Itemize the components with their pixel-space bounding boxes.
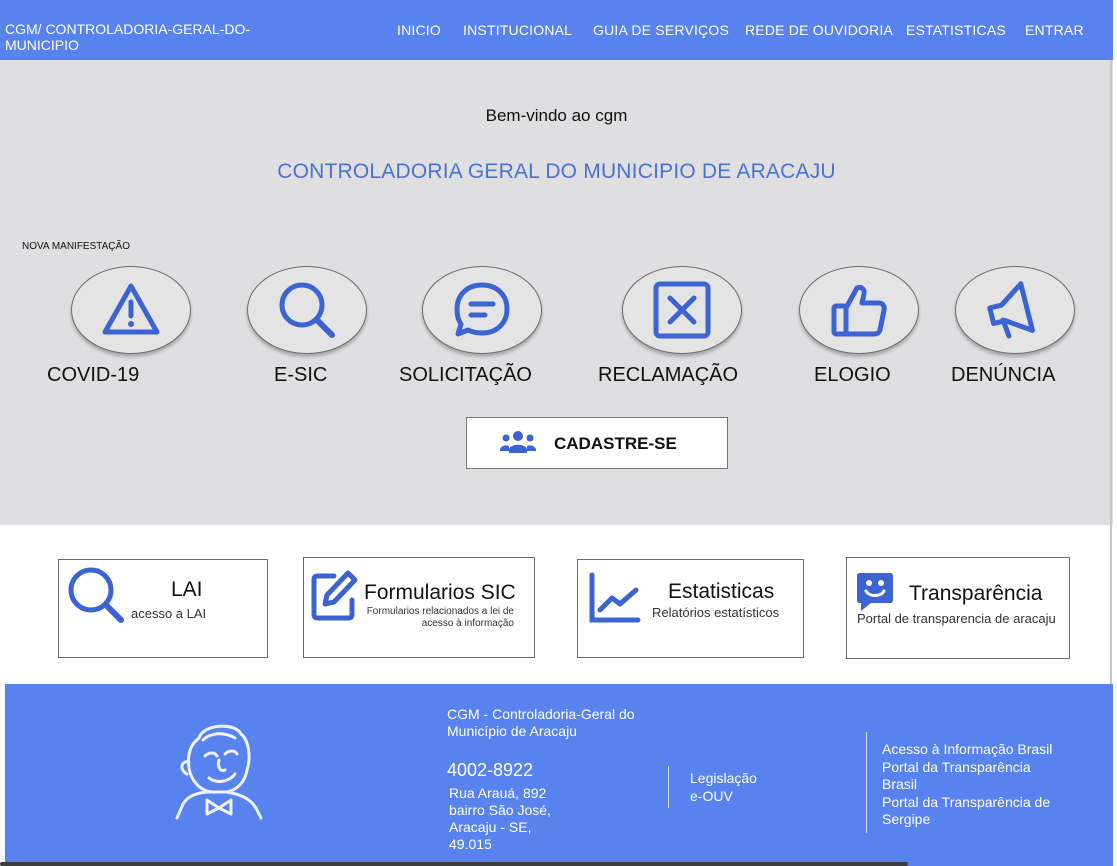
card-subtitle: Formularios relacionados a lei de acesso… <box>366 606 514 629</box>
x-square-icon <box>653 281 711 339</box>
card-title: Transparência <box>909 582 1043 605</box>
card-lai[interactable]: LAI acesso a LAI <box>58 559 268 658</box>
card-estatisticas[interactable]: Estatisticas Relatórios estatísticos <box>577 559 804 658</box>
reclamacao-button[interactable] <box>622 266 742 354</box>
footer-link-portal-transparencia-brasil[interactable]: Portal da Transparência Brasil <box>882 759 1057 793</box>
card-title: Formularios SIC <box>364 581 516 604</box>
brand-title[interactable]: CGM/ CONTROLADORIA-GERAL-DO-MUNICIPIO <box>5 21 265 53</box>
mascot-face-icon <box>175 724 263 820</box>
nav-institucional[interactable]: INSTITUCIONAL <box>463 22 572 38</box>
nav-guia-de-servicos[interactable]: GUIA DE SERVIÇOS <box>593 22 729 38</box>
solicitacao-button[interactable] <box>422 266 542 354</box>
footer-link-legislacao[interactable]: Legislação <box>690 770 757 787</box>
category-label-reclamacao: RECLAMAÇÃO <box>598 364 739 386</box>
elogio-button[interactable] <box>799 266 919 354</box>
category-label-solicitacao: SOLICITAÇÃO <box>399 364 532 386</box>
footer-divider <box>668 766 669 808</box>
megaphone-icon <box>987 281 1035 339</box>
footer-phone: 4002-8922 <box>447 760 534 780</box>
e-sic-button[interactable] <box>247 266 367 354</box>
category-label-covid-19: COVID-19 <box>47 364 140 386</box>
category-label-elogio: ELOGIO <box>814 364 891 386</box>
users-icon <box>500 431 536 453</box>
register-button-label: CADASTRE-SE <box>554 434 677 453</box>
warning-triangle-icon <box>102 283 160 335</box>
search-icon <box>279 282 335 338</box>
card-title: LAI <box>171 578 203 601</box>
chat-bubble-icon <box>454 282 510 337</box>
page-title: CONTROLADORIA GERAL DO MUNICIPIO DE ARAC… <box>277 160 836 183</box>
footer-link-acesso-informacao-brasil[interactable]: Acesso à Informação Brasil <box>882 741 1052 758</box>
footer: CGM - Controladoria-Geral do Município d… <box>5 684 1113 866</box>
nav-inicio[interactable]: INICIO <box>397 22 441 38</box>
denuncia-button[interactable] <box>955 266 1075 354</box>
covid-19-button[interactable] <box>71 266 191 354</box>
card-subtitle: Relatórios estatísticos <box>652 605 780 620</box>
right-border <box>1110 60 1112 685</box>
footer-org-name: CGM - Controladoria-Geral do Município d… <box>447 706 635 739</box>
search-icon <box>68 567 124 623</box>
nav-rede-de-ouvidoria[interactable]: REDE DE OUVIDORIA <box>745 22 893 38</box>
section-label-nova-manifestacao: NOVA MANIFESTAÇÃO <box>22 241 130 252</box>
card-formularios-sic[interactable]: Formularios SIC Formularios relacionados… <box>303 557 535 658</box>
category-label-denuncia: DENÚNCIA <box>951 364 1056 386</box>
footer-divider <box>866 732 867 833</box>
top-navbar: CGM/ CONTROLADORIA-GERAL-DO-MUNICIPIO IN… <box>0 0 1113 60</box>
footer-link-e-ouv[interactable]: e-OUV <box>690 788 733 805</box>
bottom-scrollbar[interactable] <box>0 862 908 866</box>
register-button[interactable]: CADASTRE-SE <box>466 417 728 469</box>
card-subtitle: Portal de transparencia de aracaju <box>857 611 1056 626</box>
nav-entrar[interactable]: ENTRAR <box>1025 22 1084 38</box>
category-label-e-sic: E-SIC <box>274 364 328 386</box>
line-chart-icon <box>589 572 641 623</box>
footer-link-portal-transparencia-sergipe[interactable]: Portal da Transparência de Sergipe <box>882 794 1082 828</box>
nav-estatisticas[interactable]: ESTATISTICAS <box>906 22 1006 38</box>
footer-address: Rua Arauá, 892 bairro São José, Aracaju … <box>449 785 551 852</box>
card-title: Estatisticas <box>668 580 775 603</box>
card-subtitle: acesso a LAI <box>131 606 207 621</box>
welcome-text: Bem-vindo ao cgm <box>485 106 628 125</box>
edit-icon <box>311 570 358 621</box>
smile-chat-icon <box>857 573 893 611</box>
card-transparencia[interactable]: Transparência Portal de transparencia de… <box>846 557 1070 659</box>
thumbs-up-icon <box>831 284 887 337</box>
